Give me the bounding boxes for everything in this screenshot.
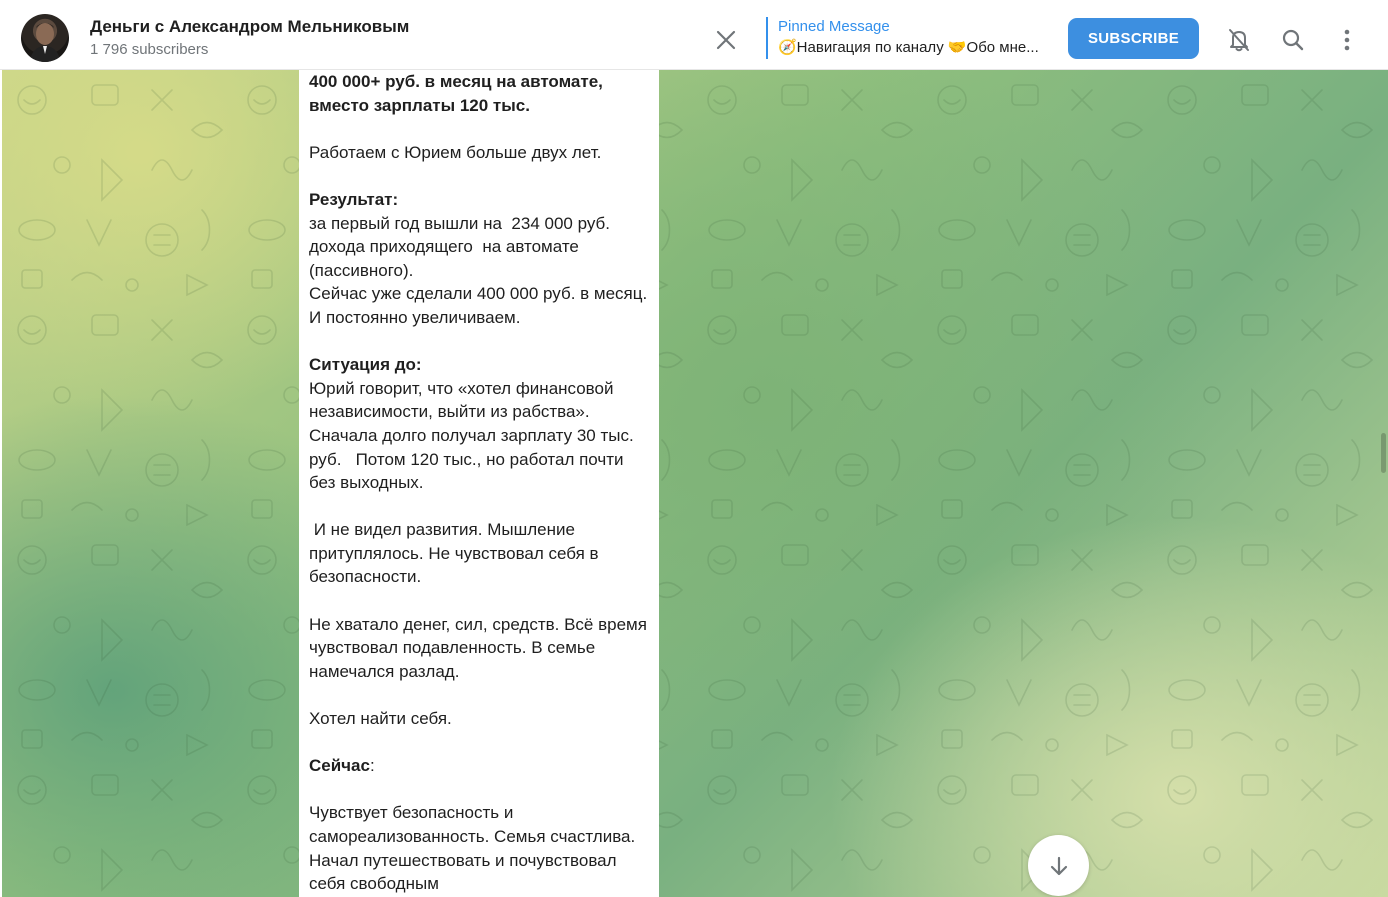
arrow-down-icon: [1050, 856, 1067, 875]
channel-avatar[interactable]: [21, 14, 69, 62]
scroll-to-bottom-button[interactable]: [1028, 835, 1089, 896]
post-heading-before: Ситуация до:: [309, 355, 422, 375]
more-icon: [1344, 29, 1350, 51]
subscribe-button[interactable]: SUBSCRIBE: [1068, 18, 1199, 59]
post-paragraph: за первый год вышли на 234 000 руб. дохо…: [309, 213, 648, 327]
pinned-message-text: 🧭Навигация по каналу 🤝Обо мне...: [778, 39, 1039, 56]
search-button[interactable]: [1275, 22, 1311, 58]
post-heading-now: Сейчас: [309, 756, 370, 776]
pinned-message[interactable]: Pinned Message 🧭Навигация по каналу 🤝Обо…: [766, 17, 1051, 59]
channel-post: 400 000+ руб. в месяц на автомате, вмест…: [299, 70, 659, 897]
channel-title[interactable]: Деньги с Александром Мельниковым: [90, 17, 409, 37]
mute-button[interactable]: [1221, 22, 1257, 58]
post-paragraph: Чувствует безопасность и самореализованн…: [309, 803, 640, 894]
post-headline: 400 000+ руб. в месяц на автомате, вмест…: [309, 72, 608, 115]
post-paragraph: Не хватало денег, сил, средств. Всё врем…: [309, 614, 652, 681]
chat-header: Деньги с Александром Мельниковым 1 796 s…: [0, 0, 1388, 70]
close-icon: [716, 30, 736, 50]
post-heading-result: Результат:: [309, 189, 399, 209]
more-button[interactable]: [1329, 22, 1365, 58]
subscriber-count: 1 796 subscribers: [90, 41, 209, 58]
chat-background: [2, 70, 1388, 897]
search-icon: [1282, 29, 1304, 51]
mute-icon: [1229, 29, 1249, 52]
pinned-message-title: Pinned Message: [778, 18, 890, 35]
doodle-pattern: [2, 70, 1388, 897]
post-paragraph: Хотел найти себя.: [309, 709, 452, 729]
close-pinned-button[interactable]: [708, 22, 744, 58]
post-paragraph: Работаем с Юрием больше двух лет.: [309, 142, 602, 162]
post-paragraph: И не видел развития. Мышление притупляло…: [309, 520, 604, 587]
post-heading-colon: :: [369, 756, 375, 776]
post-text: 400 000+ руб. в месяц на автомате, вмест…: [309, 70, 649, 896]
scrollbar-thumb[interactable]: [1381, 433, 1386, 473]
post-paragraph: Юрий говорит, что «хотел финансовой неза…: [309, 378, 639, 493]
